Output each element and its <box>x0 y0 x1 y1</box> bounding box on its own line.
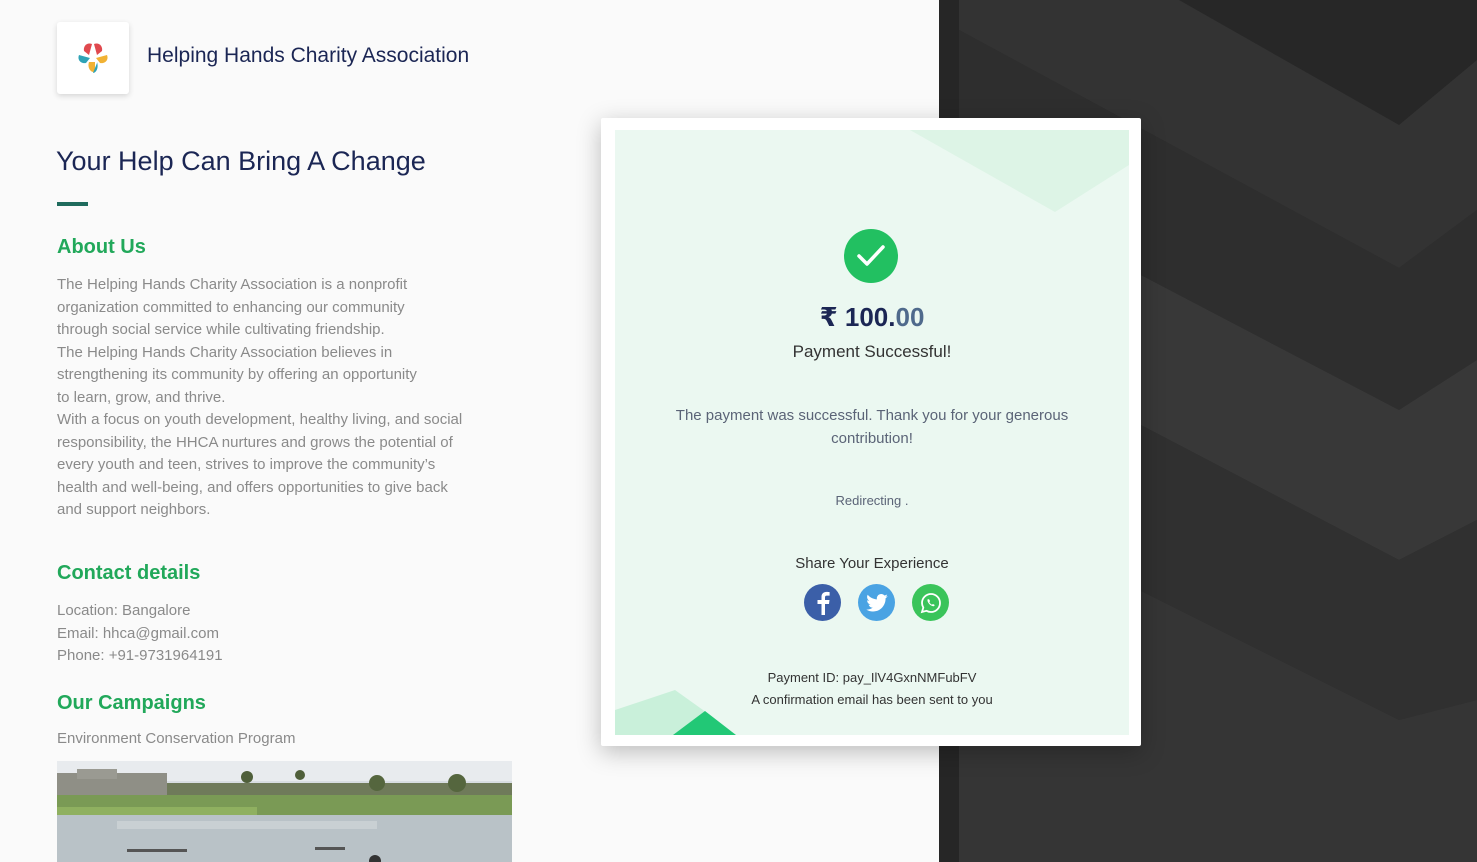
about-heading: About Us <box>57 236 146 258</box>
redirecting-text: Redirecting . <box>835 493 909 508</box>
payment-card-body: ₹ 100.00 Payment Successful! The payment… <box>615 130 1129 735</box>
payment-id: Payment ID: pay_IlV4GxnNMFubFV <box>767 670 977 685</box>
about-line: With a focus on youth development, healt… <box>57 411 463 428</box>
about-text: The Helping Hands Charity Association is… <box>57 274 507 522</box>
about-line: through social service while cultivating… <box>57 321 385 338</box>
facebook-icon[interactable] <box>804 584 841 621</box>
contact-email: Email: hhca@gmail.com <box>57 624 219 642</box>
about-line: The Helping Hands Charity Association be… <box>57 343 393 361</box>
page-headline: Your Help Can Bring A Change <box>56 146 426 176</box>
contact-heading: Contact details <box>57 562 201 584</box>
amount-integer: 100. <box>844 302 896 332</box>
payment-amount: ₹ 100.00 <box>615 302 1129 333</box>
about-line: every youth and teen, strives to improve… <box>57 456 436 473</box>
org-name: Helping Hands Charity Association <box>147 44 470 67</box>
currency-symbol: ₹ <box>819 302 838 332</box>
amount-decimal: 00 <box>895 302 925 332</box>
contact-phone: Phone: +91-9731964191 <box>57 647 223 664</box>
payment-success-card: ₹ 100.00 Payment Successful! The payment… <box>601 118 1141 746</box>
headline-divider <box>57 202 88 206</box>
about-line: organization committed to enhancing our … <box>57 298 405 316</box>
about-line: The Helping Hands Charity Association is… <box>57 276 408 293</box>
about-line: responsibility, the HHCA nurtures and gr… <box>57 433 453 451</box>
helping-hands-logo-icon <box>78 43 108 73</box>
about-line: to learn, grow, and thrive. <box>57 388 226 406</box>
share-title: Share Your Experience <box>795 555 949 572</box>
about-line: and support neighbors. <box>57 501 211 518</box>
logo[interactable] <box>57 22 129 94</box>
about-line: strengthening its community by offering … <box>57 366 417 383</box>
payment-status: Payment Successful! <box>792 342 952 361</box>
about-line: health and well-being, and offers opport… <box>57 478 448 496</box>
confirmation-note: A confirmation email has been sent to yo… <box>751 692 993 707</box>
campaigns-heading: Our Campaigns <box>57 692 206 714</box>
whatsapp-icon[interactable] <box>912 584 949 621</box>
twitter-icon[interactable] <box>858 584 895 621</box>
contact-details: Location: Bangalore Email: hhca@gmail.co… <box>57 600 223 668</box>
contact-location: Location: Bangalore <box>57 602 191 619</box>
campaign-image[interactable] <box>57 761 512 862</box>
payment-message: The payment was successful. Thank you fo… <box>675 407 1069 447</box>
success-check-icon <box>844 229 898 283</box>
campaign-item[interactable]: Environment Conservation Program <box>57 730 295 747</box>
